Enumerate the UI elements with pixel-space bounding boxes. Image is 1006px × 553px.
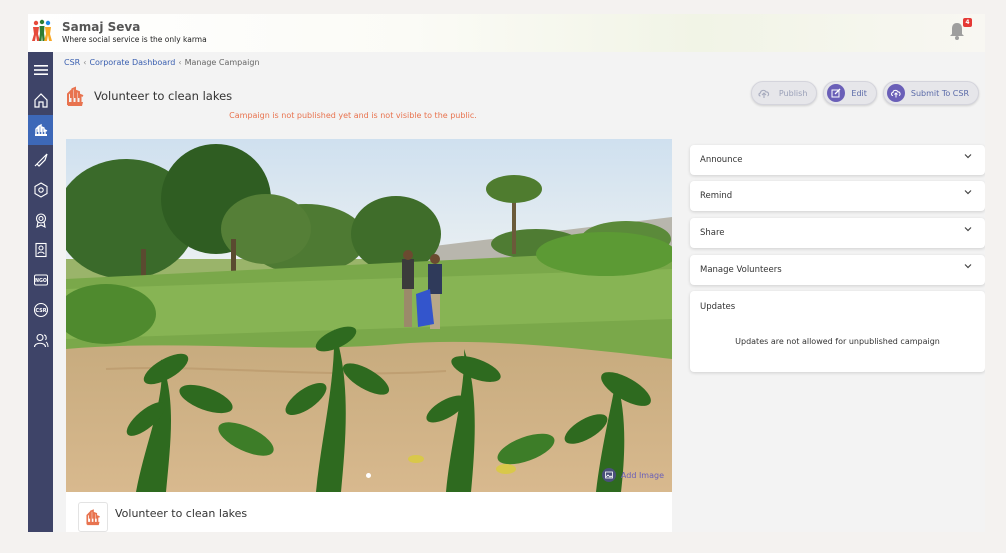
share-panel[interactable]: Share bbox=[690, 218, 985, 248]
svg-text:CSR: CSR bbox=[35, 308, 46, 314]
breadcrumb-separator: ‹ bbox=[83, 58, 87, 67]
sidebar-menu-toggle[interactable] bbox=[28, 55, 53, 85]
home-icon bbox=[33, 93, 48, 108]
announce-panel[interactable]: Announce bbox=[690, 145, 985, 175]
breadcrumb-csr[interactable]: CSR bbox=[64, 58, 80, 67]
breadcrumb-current: Manage Campaign bbox=[184, 58, 260, 67]
chevron-down-icon[interactable] bbox=[963, 187, 973, 197]
publish-button[interactable]: Publish bbox=[750, 81, 818, 105]
announce-label: Announce bbox=[700, 155, 743, 165]
campaign-category-icon bbox=[78, 502, 108, 532]
ngo-icon: NGO bbox=[33, 274, 48, 286]
app-window: Samaj Seva Where social service is the o… bbox=[28, 14, 985, 532]
breadcrumb: CSR ‹ Corporate Dashboard ‹ Manage Campaign bbox=[64, 58, 260, 67]
chevron-down-icon[interactable] bbox=[963, 151, 973, 161]
page-title: Volunteer to clean lakes bbox=[94, 89, 233, 103]
image-icon bbox=[601, 468, 616, 482]
submit-to-csr-label: Submit To CSR bbox=[910, 88, 969, 98]
csr-icon: CSR bbox=[33, 302, 48, 318]
notification-badge: 4 bbox=[963, 18, 972, 27]
chevron-down-icon[interactable] bbox=[963, 224, 973, 234]
unpublished-warning: Campaign is not published yet and is not… bbox=[229, 111, 477, 120]
sidebar-item-profile[interactable] bbox=[28, 235, 53, 265]
sidebar: NGO CSR bbox=[28, 52, 53, 532]
sidebar-item-ngo[interactable]: NGO bbox=[28, 265, 53, 295]
add-image-button[interactable]: Add Image bbox=[601, 468, 664, 482]
volunteer-hands-icon bbox=[34, 123, 47, 136]
sidebar-item-awards[interactable] bbox=[28, 205, 53, 235]
submit-to-csr-button[interactable]: Submit To CSR bbox=[882, 81, 979, 105]
upload-cloud-icon bbox=[886, 84, 905, 102]
volunteer-hands-icon bbox=[86, 509, 100, 526]
sidebar-item-settings[interactable] bbox=[28, 175, 53, 205]
svg-text:NGO: NGO bbox=[34, 278, 46, 284]
manage-volunteers-label: Manage Volunteers bbox=[700, 265, 782, 275]
upload-cloud-icon bbox=[755, 84, 773, 102]
manage-volunteers-panel[interactable]: Manage Volunteers bbox=[690, 255, 985, 285]
share-label: Share bbox=[700, 228, 725, 238]
users-icon bbox=[33, 333, 48, 348]
updates-disabled-message: Updates are not allowed for unpublished … bbox=[735, 337, 940, 346]
chevron-down-icon[interactable] bbox=[963, 261, 973, 271]
breadcrumb-separator: ‹ bbox=[178, 58, 182, 67]
sidebar-item-csr[interactable]: CSR bbox=[28, 295, 53, 325]
updates-panel: Updates Updates are not allowed for unpu… bbox=[690, 291, 985, 372]
updates-label: Updates bbox=[700, 302, 736, 312]
app-title: Samaj Seva bbox=[62, 20, 141, 34]
edit-icon bbox=[827, 84, 846, 102]
breadcrumb-corporate-dashboard[interactable]: Corporate Dashboard bbox=[89, 58, 175, 67]
rocket-icon bbox=[34, 153, 48, 167]
carousel-dot[interactable] bbox=[366, 473, 371, 478]
campaign-photo bbox=[66, 139, 672, 492]
top-header: Samaj Seva Where social service is the o… bbox=[28, 14, 985, 52]
page-header: Volunteer to clean lakes bbox=[64, 84, 232, 108]
campaign-image-carousel[interactable]: Add Image bbox=[66, 139, 672, 492]
campaign-title: Volunteer to clean lakes bbox=[115, 507, 248, 520]
remind-label: Remind bbox=[700, 191, 733, 201]
app-tagline: Where social service is the only karma bbox=[62, 35, 207, 44]
id-card-icon bbox=[34, 242, 47, 258]
edit-button[interactable]: Edit bbox=[823, 81, 877, 105]
campaign-summary-card: Volunteer to clean lakes bbox=[66, 492, 672, 532]
badge-icon bbox=[35, 213, 46, 228]
sidebar-item-campaigns[interactable] bbox=[28, 145, 53, 175]
sidebar-item-users[interactable] bbox=[28, 325, 53, 355]
samaj-seva-logo[interactable] bbox=[30, 19, 54, 43]
action-toolbar: Publish Edit Submit To CSR bbox=[750, 81, 979, 105]
add-image-label: Add Image bbox=[620, 470, 664, 480]
remind-panel[interactable]: Remind bbox=[690, 181, 985, 211]
volunteer-hands-icon bbox=[67, 86, 84, 106]
edit-label: Edit bbox=[851, 88, 867, 98]
menu-icon bbox=[33, 65, 48, 75]
publish-label: Publish bbox=[778, 88, 808, 98]
gear-hex-icon bbox=[33, 182, 48, 198]
carousel-indicators bbox=[366, 473, 371, 478]
